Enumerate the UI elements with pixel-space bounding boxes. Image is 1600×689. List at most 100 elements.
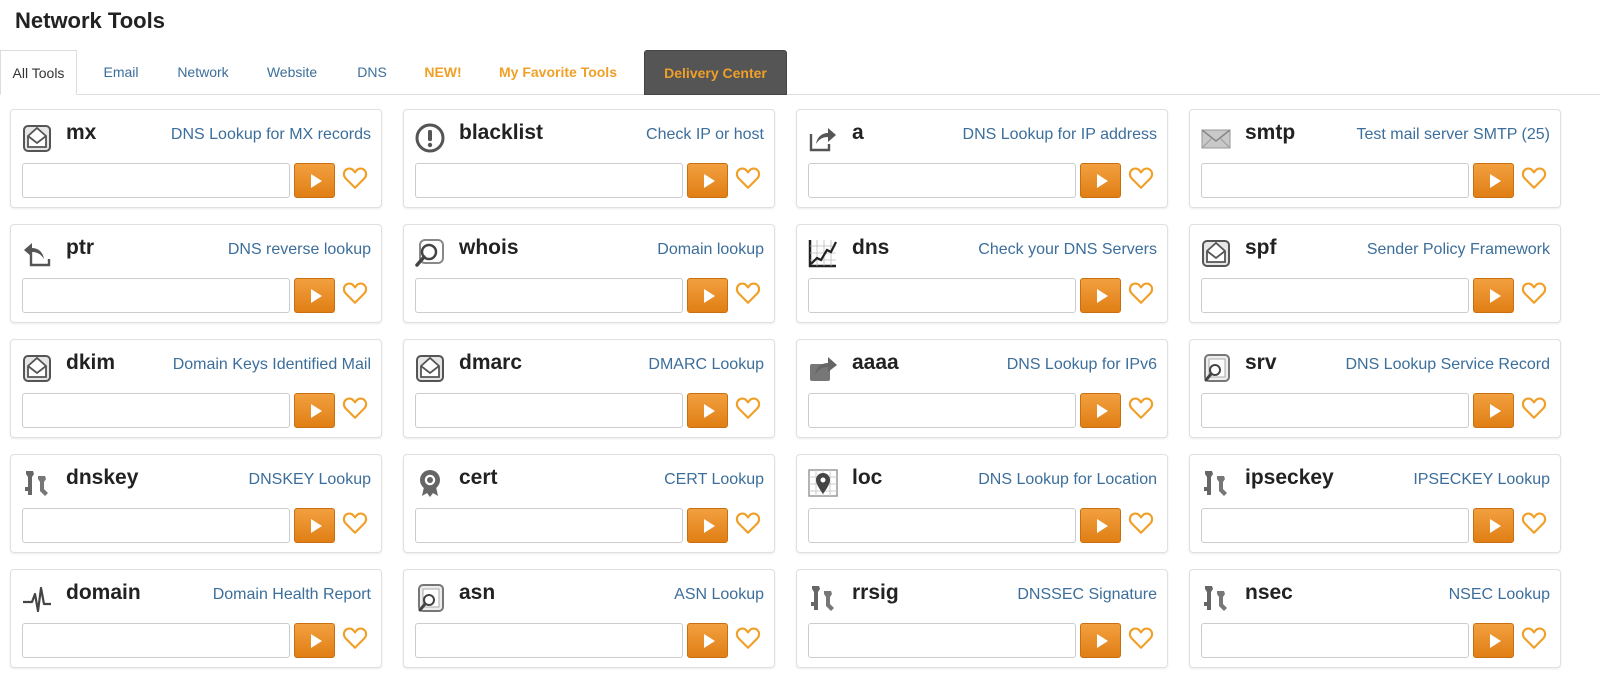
- tool-query-input[interactable]: [1201, 508, 1469, 543]
- tool-query-input[interactable]: [415, 393, 683, 428]
- tool-query-input[interactable]: [22, 508, 290, 543]
- favorite-heart-icon[interactable]: [735, 510, 761, 536]
- tool-query-input[interactable]: [808, 508, 1076, 543]
- favorite-heart-icon[interactable]: [1521, 165, 1547, 191]
- play-icon: [704, 288, 715, 303]
- tool-description-link[interactable]: NSEC Lookup: [1449, 586, 1550, 604]
- tool-query-input[interactable]: [415, 278, 683, 313]
- tool-description-link[interactable]: Domain lookup: [657, 241, 764, 259]
- run-tool-button[interactable]: [687, 278, 728, 313]
- favorite-heart-icon[interactable]: [1128, 395, 1154, 421]
- play-icon: [704, 633, 715, 648]
- run-tool-button[interactable]: [294, 278, 335, 313]
- favorite-heart-icon[interactable]: [735, 395, 761, 421]
- keys-icon: [807, 582, 839, 614]
- tool-description-link[interactable]: DNSSEC Signature: [1017, 586, 1157, 604]
- tool-description-link[interactable]: IPSECKEY Lookup: [1413, 471, 1550, 489]
- tool-query-input[interactable]: [22, 278, 290, 313]
- tool-name: dns: [852, 236, 890, 259]
- tool-description-link[interactable]: Test mail server SMTP (25): [1356, 126, 1550, 144]
- favorite-heart-icon[interactable]: [342, 395, 368, 421]
- tool-description-link[interactable]: Sender Policy Framework: [1367, 241, 1550, 259]
- tab-dns[interactable]: DNS: [339, 50, 405, 95]
- run-tool-button[interactable]: [687, 393, 728, 428]
- tool-query-input[interactable]: [22, 393, 290, 428]
- tool-query-input[interactable]: [415, 508, 683, 543]
- tool-description-link[interactable]: Domain Keys Identified Mail: [173, 356, 371, 374]
- tool-description-link[interactable]: CERT Lookup: [664, 471, 764, 489]
- favorite-heart-icon[interactable]: [342, 280, 368, 306]
- tab-delivery-center[interactable]: Delivery Center: [644, 50, 787, 95]
- favorite-heart-icon[interactable]: [1521, 625, 1547, 651]
- play-icon: [1097, 173, 1108, 188]
- tab-my-favorite-tools[interactable]: My Favorite Tools: [488, 50, 628, 95]
- tool-query-input[interactable]: [1201, 623, 1469, 658]
- tool-description-link[interactable]: Domain Health Report: [213, 586, 371, 604]
- tool-query-input[interactable]: [1201, 163, 1469, 198]
- favorite-heart-icon[interactable]: [1128, 165, 1154, 191]
- share-arrow-icon: [807, 122, 839, 154]
- run-tool-button[interactable]: [294, 508, 335, 543]
- tool-query-input[interactable]: [1201, 393, 1469, 428]
- favorite-heart-icon[interactable]: [1521, 395, 1547, 421]
- tool-description-link[interactable]: DNS Lookup for IP address: [963, 126, 1157, 144]
- tool-card-spf: spf Sender Policy Framework: [1189, 224, 1561, 323]
- run-tool-button[interactable]: [687, 163, 728, 198]
- tab-all-tools[interactable]: All Tools: [0, 50, 77, 95]
- tool-query-input[interactable]: [415, 163, 683, 198]
- tool-name: aaaa: [852, 351, 899, 374]
- run-tool-button[interactable]: [1473, 393, 1514, 428]
- tool-query-input[interactable]: [22, 623, 290, 658]
- tab-network[interactable]: Network: [160, 50, 246, 95]
- favorite-heart-icon[interactable]: [342, 625, 368, 651]
- tool-description-link[interactable]: DNSKEY Lookup: [249, 471, 371, 489]
- favorite-heart-icon[interactable]: [1128, 625, 1154, 651]
- favorite-heart-icon[interactable]: [735, 280, 761, 306]
- run-tool-button[interactable]: [1080, 278, 1121, 313]
- run-tool-button[interactable]: [294, 623, 335, 658]
- tool-card-ptr: ptr DNS reverse lookup: [10, 224, 382, 323]
- tab-website[interactable]: Website: [251, 50, 333, 95]
- tool-description-link[interactable]: DNS reverse lookup: [228, 241, 371, 259]
- tool-description-link[interactable]: DNS Lookup Service Record: [1345, 356, 1550, 374]
- tool-description-link[interactable]: Check IP or host: [646, 126, 764, 144]
- favorite-heart-icon[interactable]: [735, 625, 761, 651]
- tool-query-input[interactable]: [808, 163, 1076, 198]
- tool-description-link[interactable]: Check your DNS Servers: [978, 241, 1157, 259]
- run-tool-button[interactable]: [1080, 623, 1121, 658]
- tool-description-link[interactable]: DNS Lookup for IPv6: [1007, 356, 1157, 374]
- favorite-heart-icon[interactable]: [1521, 280, 1547, 306]
- favorite-heart-icon[interactable]: [1521, 510, 1547, 536]
- favorite-heart-icon[interactable]: [1128, 280, 1154, 306]
- tab-new[interactable]: NEW!: [410, 50, 476, 95]
- tool-query-input[interactable]: [22, 163, 290, 198]
- run-tool-button[interactable]: [1473, 508, 1514, 543]
- favorite-heart-icon[interactable]: [735, 165, 761, 191]
- tool-description-link[interactable]: DNS Lookup for MX records: [171, 126, 371, 144]
- tool-query-input[interactable]: [415, 623, 683, 658]
- run-tool-button[interactable]: [1080, 508, 1121, 543]
- run-tool-button[interactable]: [294, 393, 335, 428]
- run-tool-button[interactable]: [687, 508, 728, 543]
- run-tool-button[interactable]: [294, 163, 335, 198]
- tool-query-input[interactable]: [1201, 278, 1469, 313]
- tool-query-input[interactable]: [808, 623, 1076, 658]
- tool-description-link[interactable]: ASN Lookup: [674, 586, 764, 604]
- tab-email[interactable]: Email: [86, 50, 156, 95]
- tool-name: smtp: [1245, 121, 1296, 144]
- tool-query-input[interactable]: [808, 278, 1076, 313]
- tool-name: srv: [1245, 351, 1277, 374]
- run-tool-button[interactable]: [1473, 278, 1514, 313]
- run-tool-button[interactable]: [1080, 393, 1121, 428]
- run-tool-button[interactable]: [1473, 623, 1514, 658]
- run-tool-button[interactable]: [687, 623, 728, 658]
- run-tool-button[interactable]: [1080, 163, 1121, 198]
- tool-description-link[interactable]: DNS Lookup for Location: [978, 471, 1157, 489]
- tool-query-input[interactable]: [808, 393, 1076, 428]
- favorite-heart-icon[interactable]: [342, 510, 368, 536]
- favorite-heart-icon[interactable]: [1128, 510, 1154, 536]
- run-tool-button[interactable]: [1473, 163, 1514, 198]
- tool-description-link[interactable]: DMARC Lookup: [648, 356, 764, 374]
- tool-card-a: a DNS Lookup for IP address: [796, 109, 1168, 208]
- favorite-heart-icon[interactable]: [342, 165, 368, 191]
